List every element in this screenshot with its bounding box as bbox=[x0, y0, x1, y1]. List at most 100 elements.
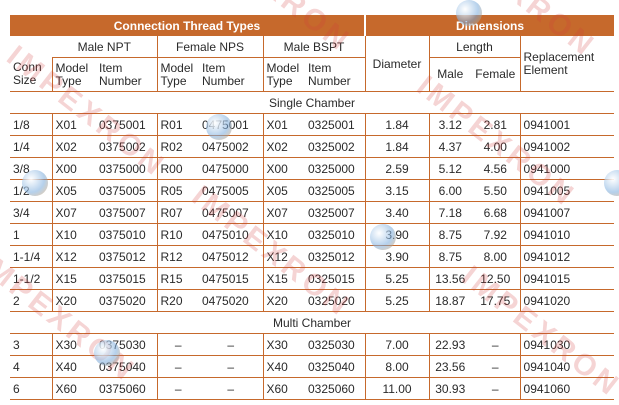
table-cell: – bbox=[471, 333, 521, 356]
table-cell: 0325040 bbox=[305, 355, 366, 378]
table-cell: 17.75 bbox=[471, 289, 521, 312]
table-cell: – bbox=[471, 377, 521, 400]
table-cell: 2 bbox=[10, 289, 53, 312]
table-cell: 0375060 bbox=[96, 377, 158, 400]
male-npt-group: Male NPT bbox=[52, 36, 158, 58]
npt-item-number-header: Item Number bbox=[96, 57, 158, 92]
table-cell: 8.75 bbox=[429, 245, 472, 268]
table-cell: 4 bbox=[10, 355, 53, 378]
table-cell: 0941020 bbox=[520, 289, 615, 312]
table-cell: 0325010 bbox=[305, 223, 366, 246]
table-cell: 0325020 bbox=[305, 289, 366, 312]
table-cell: 0325030 bbox=[305, 333, 366, 356]
table-cell: 1-1/4 bbox=[10, 245, 53, 268]
conn-size-spacer bbox=[10, 36, 52, 58]
table-cell: R15 bbox=[157, 267, 199, 290]
table-cell: 1/2 bbox=[10, 179, 53, 202]
table-cell: 30.93 bbox=[429, 377, 472, 400]
table-cell: 0475012 bbox=[199, 245, 264, 268]
section-title: Single Chamber bbox=[10, 91, 615, 114]
table-cell: 0325015 bbox=[305, 267, 366, 290]
table-cell: – bbox=[199, 355, 264, 378]
table-cell: 0325000 bbox=[305, 157, 366, 180]
bspt-model-type-header: Model Type bbox=[263, 57, 305, 92]
table-cell: 0941010 bbox=[520, 223, 615, 246]
specs-table: Connection Thread Types Dimensions Male … bbox=[10, 15, 615, 400]
table-cell: 0941000 bbox=[520, 157, 615, 180]
conn-size-header: Conn Size bbox=[10, 57, 53, 92]
table-row: 3/4 X07 0375007 R07 0475007 X07 0325007 3.40 7.1… bbox=[10, 201, 615, 224]
table-cell: – bbox=[157, 377, 199, 400]
table-cell: 0941007 bbox=[520, 201, 615, 224]
table-cell: 4.00 bbox=[471, 135, 521, 158]
group-header-row: Male NPT Female NPS Male BSPT Diameter L… bbox=[10, 36, 615, 92]
table-cell: 3/8 bbox=[10, 157, 53, 180]
table-cell: 6.00 bbox=[429, 179, 472, 202]
table-row: 1-1/4 X12 0375012 R12 0475012 X12 0325012 3.90 8… bbox=[10, 245, 615, 268]
table-cell: 0475002 bbox=[199, 135, 264, 158]
table-cell: R02 bbox=[157, 135, 199, 158]
table-cell: 0941030 bbox=[520, 333, 615, 356]
table-row: 1/8 X01 0375001 R01 0475001 X01 0325001 1.84 3.1… bbox=[10, 113, 615, 136]
nps-item-number-header: Item Number bbox=[199, 57, 264, 92]
length-female-header: Female bbox=[471, 57, 521, 92]
table-cell: 8.00 bbox=[365, 355, 430, 378]
length-male-header: Male bbox=[429, 57, 472, 92]
table-cell: X10 bbox=[52, 223, 96, 246]
table-cell: 0375007 bbox=[96, 201, 158, 224]
table-cell: X20 bbox=[263, 289, 305, 312]
table-cell: X05 bbox=[52, 179, 96, 202]
section-title: Multi Chamber bbox=[10, 311, 615, 334]
connection-thread-types-header: Connection Thread Types bbox=[10, 15, 366, 36]
table-cell: 3/4 bbox=[10, 201, 53, 224]
table-cell: 0375040 bbox=[96, 355, 158, 378]
table-cell: 3.90 bbox=[365, 245, 430, 268]
table-cell: X30 bbox=[263, 333, 305, 356]
table-cell: 0375005 bbox=[96, 179, 158, 202]
table-cell: 5.12 bbox=[429, 157, 472, 180]
table-cell: X01 bbox=[52, 113, 96, 136]
table-cell: – bbox=[471, 355, 521, 378]
table-cell: 4.37 bbox=[429, 135, 472, 158]
table-cell: 0375002 bbox=[96, 135, 158, 158]
table-cell: 0941012 bbox=[520, 245, 615, 268]
table-cell: 0475005 bbox=[199, 179, 264, 202]
table-row: 2 X20 0375020 R20 0475020 X20 0325020 5.25 18.87… bbox=[10, 289, 615, 312]
table-cell: 3.12 bbox=[429, 113, 472, 136]
table-cell: 0475020 bbox=[199, 289, 264, 312]
table-cell: 0325012 bbox=[305, 245, 366, 268]
bspt-item-number-header: Item Number bbox=[305, 57, 366, 92]
table-cell: 23.56 bbox=[429, 355, 472, 378]
male-bspt-group: Male BSPT bbox=[263, 36, 366, 58]
table-cell: 0941001 bbox=[520, 113, 615, 136]
table-cell: 5.25 bbox=[365, 267, 430, 290]
table-cell: R01 bbox=[157, 113, 199, 136]
table-cell: 13.56 bbox=[429, 267, 472, 290]
table-cell: 7.00 bbox=[365, 333, 430, 356]
table-cell: R07 bbox=[157, 201, 199, 224]
table-cell: 0375012 bbox=[96, 245, 158, 268]
table-cell: 18.87 bbox=[429, 289, 472, 312]
table-cell: 8.00 bbox=[471, 245, 521, 268]
table-cell: X10 bbox=[263, 223, 305, 246]
table-cell: 0325005 bbox=[305, 179, 366, 202]
table-row: 1/2 X05 0375005 R05 0475005 X05 0325005 3.15 6.0… bbox=[10, 179, 615, 202]
table-cell: X30 bbox=[52, 333, 96, 356]
female-nps-group: Female NPS bbox=[157, 36, 264, 58]
table-cell: – bbox=[199, 377, 264, 400]
table-cell: 0375001 bbox=[96, 113, 158, 136]
table-cell: 0475010 bbox=[199, 223, 264, 246]
table-row: 3/8 X00 0375000 R00 0475000 X00 0325000 2.59 5.1… bbox=[10, 157, 615, 180]
table-cell: – bbox=[157, 333, 199, 356]
table-cell: X40 bbox=[263, 355, 305, 378]
table-cell: 3.15 bbox=[365, 179, 430, 202]
table-cell: X02 bbox=[52, 135, 96, 158]
table-cell: 0375030 bbox=[96, 333, 158, 356]
table-cell: 1-1/2 bbox=[10, 267, 53, 290]
table-cell: 5.50 bbox=[471, 179, 521, 202]
table-cell: 7.92 bbox=[471, 223, 521, 246]
table-cell: 0325060 bbox=[305, 377, 366, 400]
table-cell: 1.84 bbox=[365, 113, 430, 136]
table-row: 1 X10 0375010 R10 0475010 X10 0325010 3.90 8.75 7… bbox=[10, 223, 615, 246]
table-cell: 1/4 bbox=[10, 135, 53, 158]
